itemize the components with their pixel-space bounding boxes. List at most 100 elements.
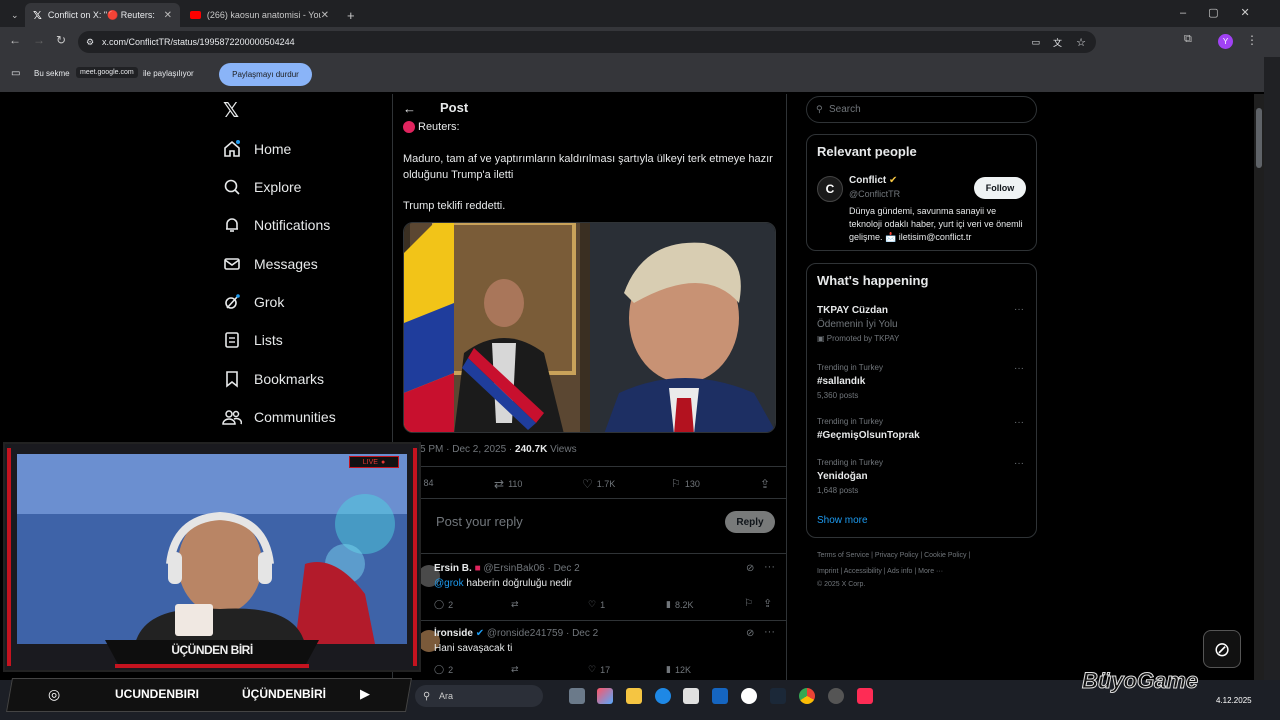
repost-action[interactable]: ⇄ xyxy=(511,664,519,675)
tab-x-post[interactable]: 𝕏 Conflict on X: "🔴 Reuters: M... ✕ xyxy=(25,3,180,27)
views-action[interactable]: ▮ 12K xyxy=(666,664,691,675)
bookmark-star-icon[interactable]: ☆ xyxy=(1076,36,1086,49)
show-more-link[interactable]: Show more xyxy=(817,515,868,526)
trend-item[interactable]: TKPAY Cüzdan Ödemenin İyi Yolu ▣ Promote… xyxy=(817,304,899,346)
copilot-icon[interactable] xyxy=(597,688,613,704)
nav-explore[interactable]: Explore xyxy=(221,176,301,198)
nav-communities[interactable]: Communities xyxy=(221,406,336,428)
tab-list-button[interactable]: ⌄ xyxy=(3,3,23,27)
steam-icon[interactable] xyxy=(770,688,786,704)
stop-sharing-button[interactable]: Paylaşmayı durdur xyxy=(219,63,312,86)
footer-links[interactable]: Imprint | Accessibility | Ads info | Mor… xyxy=(817,568,943,575)
tab-youtube[interactable]: (266) kaosun anatomisi - YouTu... ✕ xyxy=(182,3,337,27)
footer-links[interactable]: Terms of Service | Privacy Policy | Cook… xyxy=(817,552,970,559)
share-icon[interactable]: ⇪ xyxy=(763,597,772,610)
trend-item[interactable]: Trending in Turkey #sallandık 5,360 post… xyxy=(817,361,883,403)
cast-icon[interactable]: ▭ xyxy=(1031,37,1040,48)
app-icon[interactable] xyxy=(712,688,728,704)
yandex-icon[interactable] xyxy=(741,688,757,704)
more-icon[interactable]: ··· xyxy=(1014,363,1024,374)
search-icon xyxy=(221,176,243,198)
file-explorer-icon[interactable] xyxy=(626,688,642,704)
reload-icon[interactable]: ↻ xyxy=(56,33,66,47)
reply-action[interactable]: ◯ 2 xyxy=(434,664,453,675)
store-icon[interactable] xyxy=(683,688,699,704)
nav-lists[interactable]: Lists xyxy=(221,329,283,351)
page-scrollbar[interactable] xyxy=(1254,94,1264,680)
taskbar-search[interactable]: ⚲ Ara xyxy=(415,685,543,707)
forward-icon[interactable]: → xyxy=(33,33,45,47)
profile-avatar[interactable]: Y xyxy=(1218,34,1233,49)
x-logo-icon[interactable]: 𝕏 xyxy=(223,98,239,123)
window-controls[interactable]: –▢✕ xyxy=(1180,6,1272,19)
tiktok-icon[interactable] xyxy=(857,688,873,704)
more-icon[interactable]: ··· xyxy=(764,626,775,638)
new-tab-button[interactable]: + xyxy=(339,3,359,27)
nav-messages[interactable]: Messages xyxy=(221,253,318,275)
chrome-icon[interactable] xyxy=(799,688,815,704)
extensions-icon[interactable]: ⧉ xyxy=(1184,33,1192,46)
person-name-row[interactable]: Conflict ✔ xyxy=(849,175,897,186)
more-icon[interactable]: ··· xyxy=(1014,458,1024,469)
follow-button[interactable]: Follow xyxy=(974,177,1026,199)
card-title: Relevant people xyxy=(817,144,917,159)
taskbar-date: 4.12.2025 xyxy=(1216,696,1252,705)
menu-kebab-icon[interactable]: ⋮ xyxy=(1246,33,1258,47)
nav-grok[interactable]: Grok xyxy=(221,291,284,313)
bookmark-icon[interactable]: ⚐ xyxy=(744,598,753,609)
back-arrow-icon[interactable]: ← xyxy=(403,101,416,116)
bookmark-action[interactable]: ⚐ 130 xyxy=(671,477,700,490)
nav-home[interactable]: Home xyxy=(221,138,291,160)
address-bar[interactable]: ⚙ x.com/ConflictTR/status/19958722000005… xyxy=(78,31,1096,53)
avatar[interactable]: C xyxy=(817,176,843,202)
like-action[interactable]: ♡ 1.7K xyxy=(582,477,615,491)
views-action[interactable]: ▮ 8.2K xyxy=(666,599,693,610)
nav-notifications[interactable]: Notifications xyxy=(221,214,330,236)
close-tab-icon[interactable]: ✕ xyxy=(321,10,329,21)
scrollbar-thumb[interactable] xyxy=(1256,108,1262,168)
more-icon[interactable]: ··· xyxy=(1014,304,1024,315)
repost-icon: ⇄ xyxy=(511,599,519,609)
repost-count: 110 xyxy=(508,479,523,489)
trend-item[interactable]: Trending in Turkey Yenidoğan 1,648 posts xyxy=(817,456,883,498)
trend-item[interactable]: Trending in Turkey #GeçmişOlsunToprak xyxy=(817,415,920,443)
tab-title: (266) kaosun anatomisi - YouTu... xyxy=(206,10,321,20)
bookmark-icon xyxy=(221,368,243,390)
translate-icon[interactable]: 文 xyxy=(1053,36,1062,49)
views-count: 240.7K xyxy=(515,444,548,455)
task-view-icon[interactable] xyxy=(569,688,585,704)
grok-floating-icon[interactable]: ⊘ xyxy=(1203,630,1241,668)
post-time[interactable]: 5 PM · Dec 2, 2025 · xyxy=(420,444,515,455)
comment-author[interactable]: İronside xyxy=(434,628,473,639)
comment-author[interactable]: Ersin B. xyxy=(434,563,472,574)
grok-icon[interactable]: ⊘ xyxy=(746,563,754,574)
more-icon[interactable]: ··· xyxy=(764,561,775,573)
close-tab-icon[interactable]: ✕ xyxy=(164,10,172,21)
verified-icon: ✔ xyxy=(475,628,485,639)
chevron-down-icon: ⌄ xyxy=(11,9,19,20)
nav-bookmarks[interactable]: Bookmarks xyxy=(221,368,324,390)
repost-action[interactable]: ⇄ 110 xyxy=(494,477,522,491)
heart-icon: ♡ xyxy=(582,477,593,491)
share-action[interactable]: ⇪ xyxy=(760,477,770,491)
post-image[interactable] xyxy=(403,222,776,433)
like-action[interactable]: ♡ 17 xyxy=(588,664,610,675)
obs-icon[interactable] xyxy=(828,688,844,704)
reply-action[interactable]: ◯ 2 xyxy=(434,599,453,610)
search-input[interactable]: ⚲ Search xyxy=(806,96,1037,123)
instagram-icon: ◎ xyxy=(48,686,61,702)
trend-sub: Ödemenin İyi Yolu xyxy=(817,319,898,330)
like-action[interactable]: ♡ 1 xyxy=(588,599,605,610)
reply-button[interactable]: Reply xyxy=(725,511,775,533)
record-icon: ● xyxy=(380,458,386,466)
reply-input[interactable]: Post your reply xyxy=(436,514,523,529)
repost-action[interactable]: ⇄ xyxy=(511,599,519,610)
grok-icon[interactable]: ⊘ xyxy=(746,628,754,639)
taskbar-search-label: Ara xyxy=(439,691,454,701)
back-icon[interactable]: ← xyxy=(9,33,21,47)
trend-context: Trending in Turkey xyxy=(817,363,883,372)
site-info-icon[interactable]: ⚙ xyxy=(86,37,94,48)
more-icon[interactable]: ··· xyxy=(1014,417,1024,428)
mention-link[interactable]: @grok xyxy=(434,578,464,589)
edge-icon[interactable] xyxy=(655,688,671,704)
